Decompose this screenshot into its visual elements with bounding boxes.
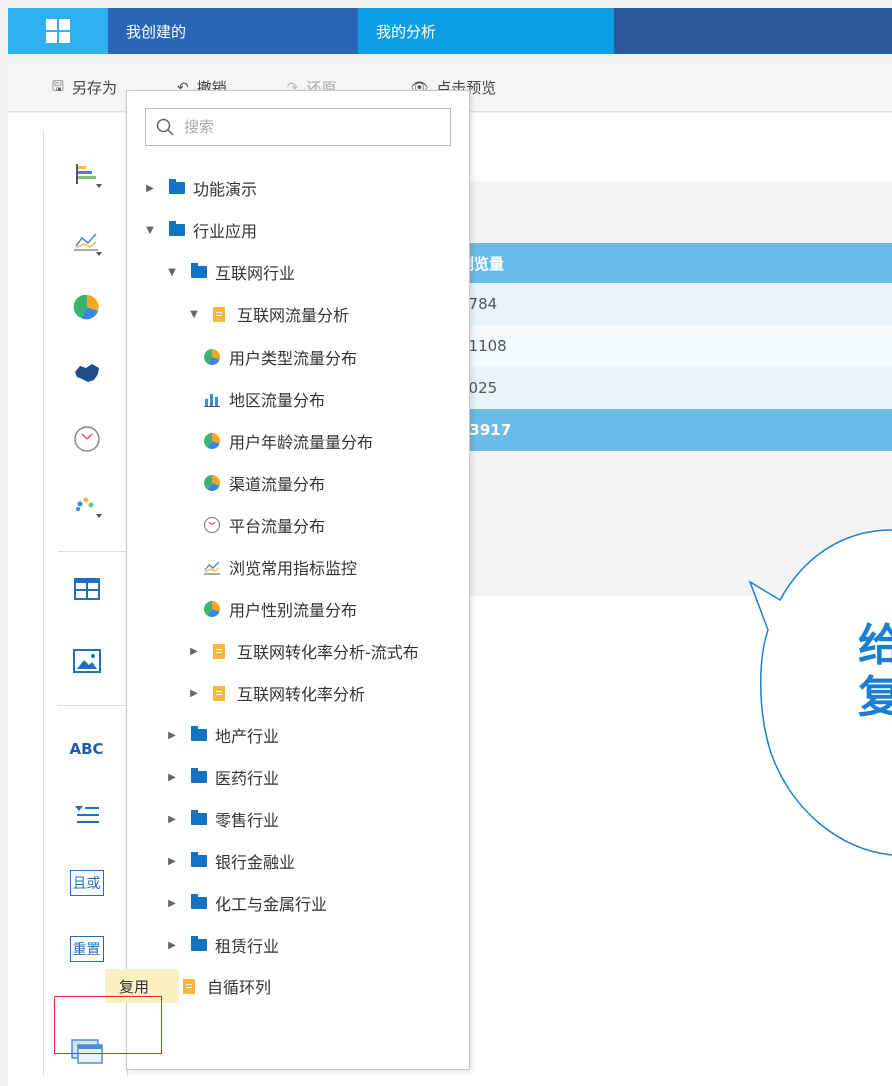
- search-input[interactable]: [184, 118, 424, 136]
- expand-arrow-icon[interactable]: ▶: [165, 772, 179, 783]
- folder-icon: [191, 726, 207, 741]
- tree-node-retail[interactable]: ▶ 零售行业: [165, 804, 279, 834]
- bubble-line-2: 复: [858, 672, 892, 723]
- bar-chart-button[interactable]: [44, 155, 129, 195]
- save-as-label: 另存为: [71, 79, 117, 97]
- expand-arrow-icon[interactable]: ▶: [165, 856, 179, 867]
- tree-node-func-demo[interactable]: ▶ 功能演示: [143, 173, 257, 203]
- folder-icon: [191, 768, 207, 783]
- expand-arrow-icon[interactable]: ▶: [165, 940, 179, 951]
- tree-node-industry-app[interactable]: ▼ 行业应用: [143, 215, 257, 245]
- gauge-button[interactable]: [44, 419, 129, 459]
- pie-chart-icon: [73, 294, 99, 320]
- expand-arrow-icon[interactable]: ▶: [143, 183, 157, 194]
- reset-icon: 重置: [69, 936, 104, 962]
- table-icon: [73, 578, 100, 600]
- pie-chart-icon: [204, 601, 221, 617]
- tree-node-self-loop[interactable]: 自循环列: [183, 971, 271, 1001]
- tree-node-conv-rate[interactable]: ▶ 互联网转化率分析: [187, 678, 365, 708]
- pie-chart-icon: [204, 475, 221, 491]
- gauge-icon: [73, 426, 100, 452]
- map-button[interactable]: [44, 353, 129, 393]
- table-cell: 3025: [448, 367, 892, 409]
- tab-my-analysis[interactable]: 我的分析: [358, 8, 614, 54]
- folder-icon: [191, 936, 207, 951]
- tree-node-conv-flow[interactable]: ▶ 互联网转化率分析-流式布: [187, 636, 419, 666]
- reset-button[interactable]: 重置: [44, 929, 129, 969]
- filter-list-icon: [74, 806, 99, 823]
- tree-node-medical[interactable]: ▶ 医药行业: [165, 762, 279, 792]
- report-doc-icon: [213, 306, 225, 322]
- image-icon: [72, 649, 101, 673]
- collapse-arrow-icon[interactable]: ▼: [165, 267, 179, 278]
- folder-icon: [191, 810, 207, 825]
- table-cell: 9784: [448, 283, 892, 325]
- map-icon: [74, 364, 99, 382]
- image-button[interactable]: [44, 641, 129, 681]
- tree-leaf-user-gender-traffic[interactable]: 用户性别流量分布: [203, 594, 357, 624]
- top-tab-bar: 我创建的 我的分析: [8, 8, 892, 54]
- expand-arrow-icon[interactable]: ▶: [187, 646, 201, 657]
- folder-icon: [169, 179, 185, 194]
- expand-arrow-icon[interactable]: ▶: [165, 730, 179, 741]
- and-or-icon: 且或: [69, 870, 104, 896]
- tree-leaf-user-age-traffic[interactable]: 用户年龄流量量分布: [203, 426, 373, 456]
- tree-node-internet-traffic[interactable]: ▼ 互联网流量分析: [187, 299, 349, 329]
- resource-tree-dropdown: ▶ 功能演示 ▼ 行业应用 ▼ 互联网行业 ▼ 互联网流量分析 用户类型流量分布…: [126, 90, 470, 1070]
- tree-node-internet-industry[interactable]: ▼ 互联网行业: [165, 257, 295, 287]
- tree-node-chemical[interactable]: ▶ 化工与金属行业: [165, 888, 327, 918]
- bar-chart-icon: [75, 164, 102, 188]
- save-as-button[interactable]: 🖫 另存为: [52, 76, 117, 100]
- table-button[interactable]: [44, 569, 129, 609]
- tab-created-by-me[interactable]: 我创建的: [108, 8, 358, 54]
- tree-leaf-browse-metrics[interactable]: 浏览常用指标监控: [203, 552, 357, 582]
- line-chart-button[interactable]: [44, 221, 129, 261]
- tree-node-banking[interactable]: ▶ 银行金融业: [165, 846, 295, 876]
- tooltip-label: 复用: [119, 977, 150, 996]
- report-doc-icon: [213, 643, 225, 659]
- collapse-arrow-icon[interactable]: ▼: [187, 309, 201, 320]
- grid-icon: [46, 19, 70, 43]
- tree-node-leasing[interactable]: ▶ 租赁行业: [165, 930, 279, 960]
- and-or-button[interactable]: 且或: [44, 863, 129, 903]
- expand-arrow-icon[interactable]: ▶: [165, 898, 179, 909]
- collapse-arrow-icon[interactable]: ▼: [143, 225, 157, 236]
- highlight-box: [54, 996, 162, 1054]
- report-doc-icon: [213, 685, 225, 701]
- expand-arrow-icon[interactable]: ▶: [187, 688, 201, 699]
- component-palette: ABC 且或 重置: [43, 131, 128, 1076]
- search-icon: [156, 118, 174, 136]
- search-field[interactable]: [145, 108, 451, 146]
- text-button[interactable]: ABC: [44, 729, 129, 769]
- report-doc-icon: [183, 978, 195, 994]
- pie-chart-icon: [204, 349, 221, 365]
- table-total-cell: 23917: [448, 409, 892, 451]
- app-grid-button[interactable]: [8, 8, 108, 54]
- filter-list-button[interactable]: [44, 795, 129, 835]
- gauge-icon: [203, 516, 221, 534]
- bubble-caption: 给 复: [858, 620, 892, 724]
- tree-leaf-platform-traffic[interactable]: 平台流量分布: [203, 510, 325, 540]
- pie-chart-button[interactable]: [44, 287, 129, 327]
- scatter-icon: [75, 497, 102, 518]
- tree-leaf-region-traffic[interactable]: 地区流量分布: [203, 384, 325, 414]
- scatter-chart-button[interactable]: [44, 485, 129, 525]
- folder-icon: [169, 221, 185, 236]
- folder-icon: [191, 852, 207, 867]
- table-cell: 11108: [448, 325, 892, 367]
- tree-leaf-channel-traffic[interactable]: 渠道流量分布: [203, 468, 325, 498]
- line-chart-icon: [73, 233, 102, 256]
- folder-icon: [191, 263, 207, 278]
- line-chart-icon: [204, 561, 220, 575]
- column-header-views[interactable]: 浏览量: [448, 243, 892, 283]
- save-icon: 🖫: [52, 78, 64, 95]
- bar-chart-icon: [204, 394, 220, 407]
- tree-leaf-user-type-traffic[interactable]: 用户类型流量分布: [203, 342, 357, 372]
- abc-text-icon: ABC: [69, 740, 104, 758]
- folder-icon: [191, 894, 207, 909]
- bubble-line-1: 给: [858, 620, 892, 671]
- pie-chart-icon: [204, 433, 221, 449]
- tree-node-real-estate[interactable]: ▶ 地产行业: [165, 720, 279, 750]
- expand-arrow-icon[interactable]: ▶: [165, 814, 179, 825]
